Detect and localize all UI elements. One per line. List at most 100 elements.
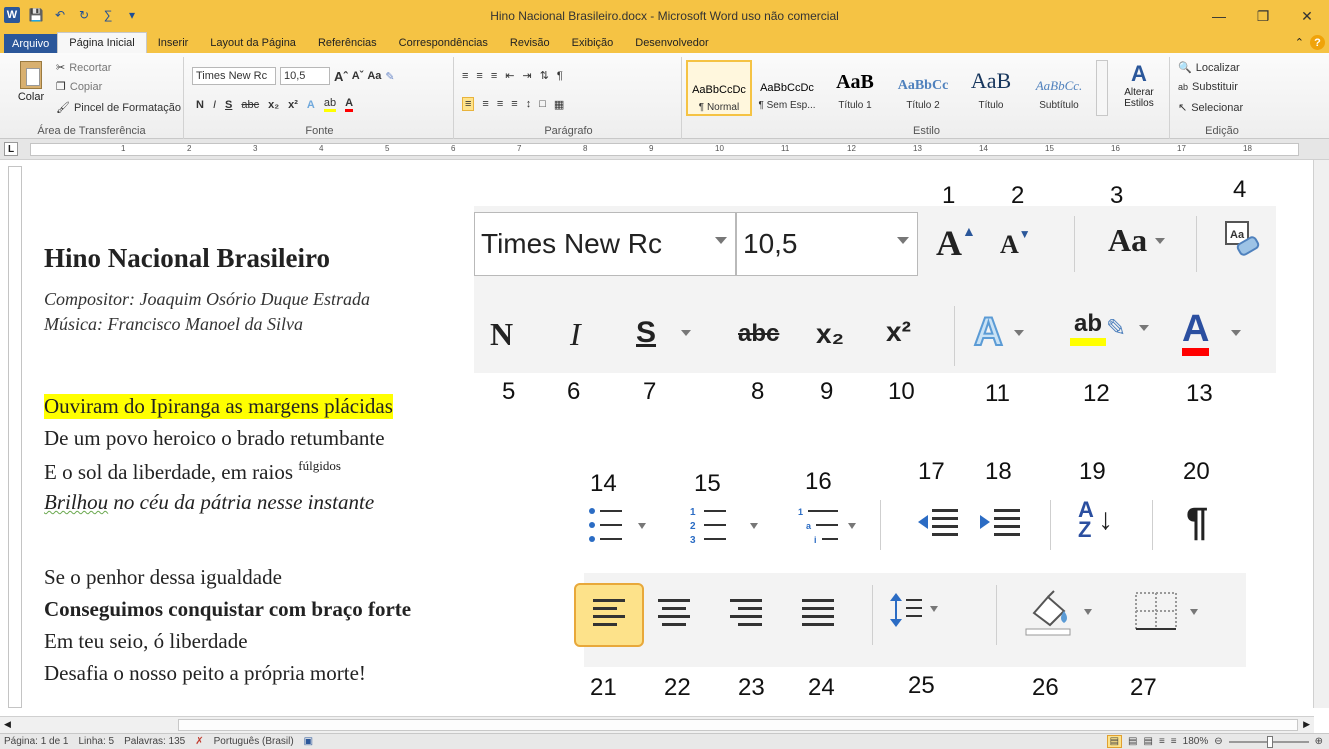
zoom-out-icon[interactable]: ⊖ xyxy=(1214,736,1222,747)
cut-label: Recortar xyxy=(69,61,112,74)
verse-line[interactable]: Brilhou no céu da pátria nesse instante xyxy=(44,490,374,515)
italic-button[interactable]: I xyxy=(213,99,216,111)
minimize-button[interactable]: — xyxy=(1197,0,1241,32)
style-subtitle[interactable]: AaBbCc. Subtítulo xyxy=(1026,60,1092,116)
tab-layout[interactable]: Layout da Página xyxy=(199,32,307,53)
full-screen-view-icon[interactable]: ▤ xyxy=(1128,736,1137,747)
strikethrough-button[interactable]: abc xyxy=(241,99,259,111)
change-styles-button[interactable]: A Alterar Estilos xyxy=(1114,61,1164,109)
close-button[interactable]: ✕ xyxy=(1285,0,1329,32)
horizontal-scrollbar[interactable]: ◀ ▶ xyxy=(0,716,1314,733)
tab-referencias[interactable]: Referências xyxy=(307,32,388,53)
doc-title[interactable]: Hino Nacional Brasileiro xyxy=(44,243,330,274)
help-icon[interactable]: ? xyxy=(1310,35,1325,50)
format-painter-button[interactable]: 🖌 Pincel de Formatação xyxy=(56,101,181,115)
verse-line[interactable]: Se o penhor dessa igualdade xyxy=(44,565,282,590)
vertical-scrollbar[interactable] xyxy=(1313,160,1329,708)
change-case-button[interactable]: Aa xyxy=(367,70,381,82)
tab-desenvolvedor[interactable]: Desenvolvedor xyxy=(624,32,719,53)
verse-line[interactable]: Em teu seio, ó liberdade xyxy=(44,629,248,654)
proofing-icon[interactable]: ✗ xyxy=(195,736,203,747)
verse-line[interactable]: Desafia o nosso peito a própria morte! xyxy=(44,661,366,686)
tab-selector[interactable]: L xyxy=(4,142,18,156)
status-page[interactable]: Página: 1 de 1 xyxy=(4,736,69,747)
multilevel-icon[interactable]: ≡ xyxy=(491,70,497,82)
paste-button[interactable]: Colar xyxy=(14,61,48,103)
tab-inserir[interactable]: Inserir xyxy=(147,32,200,53)
tab-correspondencias[interactable]: Correspondências xyxy=(388,32,499,53)
font-name-combo[interactable]: Times New Rc xyxy=(192,67,276,85)
print-layout-view-icon[interactable]: ▤ xyxy=(1106,735,1123,748)
svg-text:Aa: Aa xyxy=(1230,229,1245,241)
find-button[interactable]: 🔍 Localizar xyxy=(1178,61,1240,75)
font-size-combo[interactable]: 10,5 xyxy=(280,67,330,85)
subscript-button[interactable]: x₂ xyxy=(268,99,279,111)
status-language[interactable]: Português (Brasil) xyxy=(214,736,294,747)
restore-button[interactable]: ❐ xyxy=(1241,0,1285,32)
numbering-icon: 1 2 3 xyxy=(690,505,770,545)
collapse-ribbon-icon[interactable]: ⌃ xyxy=(1295,36,1304,49)
ruler-number: 10 xyxy=(715,144,724,153)
scroll-right-icon[interactable]: ▶ xyxy=(1303,719,1310,730)
highlight-icon[interactable]: ab xyxy=(323,97,337,112)
grow-font-icon[interactable]: Aˆ xyxy=(334,69,348,84)
status-line[interactable]: Linha: 5 xyxy=(79,736,115,747)
bold-button[interactable]: N xyxy=(196,99,204,111)
shading-icon[interactable]: □ xyxy=(539,98,546,110)
verse-line[interactable]: Ouviram do Ipiranga as margens plácidas xyxy=(44,394,393,419)
verse-line[interactable]: E o sol da liberdade, em raios fúlgidos xyxy=(44,458,341,485)
replace-button[interactable]: ab Substituir xyxy=(1178,81,1238,93)
web-layout-view-icon[interactable]: ▤ xyxy=(1144,736,1153,747)
tab-exibicao[interactable]: Exibição xyxy=(561,32,625,53)
ruler-number: 17 xyxy=(1177,144,1186,153)
style-name: Subtítulo xyxy=(1039,100,1079,111)
tab-pagina-inicial[interactable]: Página Inicial xyxy=(57,32,147,53)
macro-record-icon[interactable]: ▣ xyxy=(304,736,313,747)
clear-format-icon[interactable]: ✎ xyxy=(385,70,394,83)
status-words[interactable]: Palavras: 135 xyxy=(124,736,185,747)
bullets-icon[interactable]: ≡ xyxy=(462,70,468,82)
draft-view-icon[interactable]: ≡ xyxy=(1171,736,1177,747)
justify-icon[interactable]: ≡ xyxy=(511,98,517,110)
sort-icon[interactable]: ⇅ xyxy=(540,69,549,82)
show-marks-icon[interactable]: ¶ xyxy=(557,70,563,82)
increase-indent-icon[interactable]: ⇥ xyxy=(522,69,531,82)
align-right-icon[interactable]: ≡ xyxy=(497,98,503,110)
line-spacing-icon[interactable]: ↕ xyxy=(526,98,532,110)
styles-scroll[interactable] xyxy=(1096,60,1108,116)
ruler-strip[interactable]: 1 2 3 4 5 6 7 8 9 10 11 12 13 14 15 16 17 18 xyxy=(30,143,1299,156)
borders-icon[interactable]: ▦ xyxy=(554,98,564,111)
doc-composer[interactable]: Compositor: Joaquim Osório Duque Estrada xyxy=(44,289,370,310)
align-center-icon[interactable]: ≡ xyxy=(482,98,488,110)
decrease-indent-icon[interactable]: ⇤ xyxy=(505,69,514,82)
style-heading-1[interactable]: AaB Título 1 xyxy=(822,60,888,116)
zoom-level[interactable]: 180% xyxy=(1183,736,1209,747)
numbering-icon[interactable]: ≡ xyxy=(476,70,482,82)
tab-arquivo[interactable]: Arquivo xyxy=(4,34,58,53)
tab-revisao[interactable]: Revisão xyxy=(499,32,561,53)
zoom-in-icon[interactable]: ⊕ xyxy=(1315,736,1323,747)
font-name-value: Times New Rc xyxy=(196,70,268,82)
ribbon: Colar ✂ Recortar ❐ Copiar 🖌 Pincel de Forma… xyxy=(0,53,1329,139)
verse-line[interactable]: De um povo heroico o brado retumbante xyxy=(44,426,385,451)
text-effects-icon[interactable]: A xyxy=(307,99,315,111)
select-button[interactable]: ↖ Selecionar xyxy=(1178,101,1243,115)
verse-line[interactable]: Conseguimos conquistar com braço forte xyxy=(44,597,411,622)
underline-button[interactable]: S xyxy=(225,99,232,111)
shrink-font-icon[interactable]: Aˇ xyxy=(352,70,364,82)
cut-button[interactable]: ✂ Recortar xyxy=(56,61,112,75)
style-heading-2[interactable]: AaBbCc Título 2 xyxy=(890,60,956,116)
superscript-button[interactable]: x² xyxy=(288,99,298,111)
doc-music[interactable]: Música: Francisco Manoel da Silva xyxy=(44,314,303,335)
scroll-left-icon[interactable]: ◀ xyxy=(4,719,11,730)
scroll-thumb[interactable] xyxy=(178,719,1298,731)
title-bar: W 💾 ↶ ↻ ∑ ▾ Hino Nacional Brasileiro.doc… xyxy=(0,0,1329,32)
outline-view-icon[interactable]: ≡ xyxy=(1159,736,1165,747)
style-normal[interactable]: AaBbCcDc ¶ Normal xyxy=(686,60,752,116)
align-left-icon[interactable]: ≡ xyxy=(462,97,475,111)
style-no-spacing[interactable]: AaBbCcDc ¶ Sem Esp... xyxy=(754,60,820,116)
style-title[interactable]: AaB Título xyxy=(958,60,1024,116)
zoom-slider[interactable] xyxy=(1228,735,1309,748)
copy-button[interactable]: ❐ Copiar xyxy=(56,80,102,94)
font-color-icon[interactable]: A xyxy=(345,97,354,112)
